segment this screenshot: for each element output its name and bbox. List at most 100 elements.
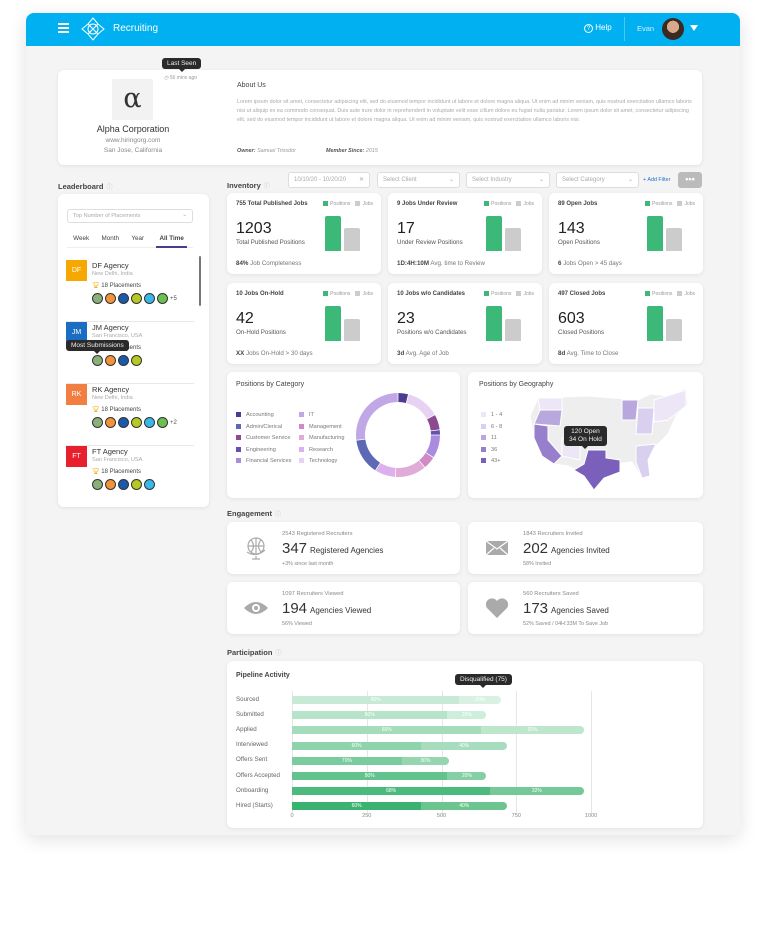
donut-slice-financial-services[interactable] <box>426 435 440 458</box>
bar-segment-disqualified[interactable]: 40% <box>421 741 508 750</box>
legend-item-financial-services[interactable]: Financial Services <box>236 458 291 464</box>
positions-bar[interactable] <box>325 216 341 251</box>
badge-feather-icon[interactable] <box>105 479 116 490</box>
bar-segment-disqualified[interactable]: 20% <box>447 711 487 720</box>
legend-item-research[interactable]: Research <box>299 446 333 453</box>
bar-segment-disqualified[interactable]: 40% <box>421 802 508 811</box>
category-select[interactable]: Select Category ⌄ <box>556 172 639 188</box>
donut-slice-manufacturing[interactable] <box>395 460 425 477</box>
badge-piggy-bank-icon[interactable] <box>131 417 142 428</box>
add-filter-link[interactable]: + Add Filter <box>643 177 670 183</box>
tab-all-time[interactable]: All Time <box>156 235 187 248</box>
legend-item-customer-service[interactable]: Customer Service <box>236 435 290 441</box>
positions-bar[interactable] <box>647 306 663 341</box>
leaderboard-item[interactable]: FT FT Agency San Francisco, USA 🏆︎ 18 Place… <box>66 446 194 508</box>
app-title[interactable]: Recruiting <box>113 23 158 34</box>
placements-select[interactable]: Top Number of Placements ⌄ <box>67 209 193 223</box>
legend-item-management[interactable]: Management <box>299 423 342 430</box>
info-icon[interactable]: ⓘ <box>275 512 281 518</box>
industry-select[interactable]: Select Industry ⌄ <box>466 172 550 188</box>
bar-segment-disqualified[interactable]: 30% <box>401 756 449 765</box>
badge-target-icon[interactable] <box>92 479 103 490</box>
badge-rocket-icon[interactable] <box>118 355 129 366</box>
badge-feather-icon[interactable] <box>105 355 116 366</box>
badge-piggy-bank-icon[interactable] <box>131 293 142 304</box>
more-options-button[interactable]: ••• <box>678 172 702 188</box>
badge-piggy-bank-icon[interactable] <box>131 355 142 366</box>
badge-piggy-bank-icon[interactable] <box>131 479 142 490</box>
user-menu-chevron-icon[interactable] <box>690 25 698 35</box>
bar-segment-qualified[interactable]: 68% <box>292 787 491 796</box>
inventory-card[interactable]: 755 Total Published Jobs Positions Jobs 120… <box>227 193 381 274</box>
jobs-bar[interactable] <box>666 318 682 341</box>
date-range-filter[interactable]: 10/10/20 - 10/20/20 ✕ <box>288 172 370 188</box>
user-avatar[interactable] <box>662 18 684 40</box>
bar-segment-disqualified[interactable]: 35% <box>481 726 584 735</box>
engagement-card[interactable]: 2543 Registered Recruiters 347 Registered … <box>227 522 460 574</box>
legend-item-technology[interactable]: Technology <box>299 458 337 464</box>
jobs-bar[interactable] <box>505 227 521 251</box>
bar-segment-qualified[interactable]: 80% <box>292 711 448 720</box>
positions-bar[interactable] <box>486 306 502 341</box>
badge-target-icon[interactable] <box>92 355 103 366</box>
badge-trophy-icon[interactable] <box>144 417 155 428</box>
badge-feather-icon[interactable] <box>105 293 116 304</box>
leaderboard-item[interactable]: DF DF Agency New Delhi, India 🏆︎ 18 Placeme… <box>66 260 194 322</box>
donut-slice-research[interactable] <box>375 463 396 477</box>
donut-slice-it[interactable] <box>356 393 398 440</box>
legend-item-accounting[interactable]: Accounting <box>236 412 274 418</box>
jobs-bar[interactable] <box>666 227 682 251</box>
positions-bar[interactable] <box>325 306 341 341</box>
info-icon[interactable]: ⓘ <box>106 185 112 191</box>
bar-segment-disqualified[interactable]: 20% <box>447 772 487 780</box>
badge-trophy-icon[interactable] <box>144 479 155 490</box>
legend-item-admin-clerical[interactable]: Admin/Clerical <box>236 423 282 430</box>
bar-segment-qualified[interactable]: 80% <box>292 696 460 704</box>
engagement-card[interactable]: 1097 Recruiters Viewed 194 Agencies Viewed… <box>227 582 460 634</box>
tab-week[interactable]: Week <box>73 235 89 247</box>
info-icon[interactable]: ⓘ <box>264 184 270 190</box>
donut-slice-technology[interactable] <box>406 394 435 419</box>
badge-target-icon[interactable] <box>92 293 103 304</box>
inventory-card[interactable]: 9 Jobs Under Review Positions Jobs 17 Under … <box>388 193 542 274</box>
scrollbar[interactable] <box>199 256 201 306</box>
legend-item-manufacturing[interactable]: Manufacturing <box>299 435 344 441</box>
badge-rocket-icon[interactable] <box>118 417 129 428</box>
bar-segment-qualified[interactable]: 65% <box>292 726 482 735</box>
bar-segment-qualified[interactable]: 80% <box>292 772 448 780</box>
positions-bar[interactable] <box>647 216 663 251</box>
donut-slice-accounting[interactable] <box>398 393 409 403</box>
jobs-bar[interactable] <box>505 318 521 341</box>
us-map[interactable] <box>528 386 693 492</box>
leaderboard-item[interactable]: JMJM AgencySan Francisco, USA🏆︎ 18 Place… <box>66 322 194 384</box>
donut-slice-engineering[interactable] <box>430 430 440 435</box>
inventory-card[interactable]: 10 Jobs On-Hold Positions Jobs 42 On-Hold Po… <box>227 283 381 364</box>
info-icon[interactable]: ⓘ <box>275 651 281 657</box>
badge-rocket-icon[interactable] <box>118 479 129 490</box>
bar-segment-qualified[interactable]: 70% <box>292 756 402 765</box>
jobs-bar[interactable] <box>344 318 360 341</box>
agency-name[interactable]: DF Agency <box>92 261 129 270</box>
bar-segment-disqualified[interactable]: 20% <box>459 696 502 704</box>
agency-name[interactable]: RK Agency <box>92 385 129 394</box>
engagement-card[interactable]: 560 Recruiters Saved 173 Agencies Saved 52%… <box>468 582 703 634</box>
bar-segment-qualified[interactable]: 60% <box>292 741 422 750</box>
legend-item-it[interactable]: IT <box>299 412 314 418</box>
client-select[interactable]: Select Client ⌄ <box>377 172 460 188</box>
inventory-card[interactable]: 89 Open Jobs Positions Jobs 143 Open Positio… <box>549 193 703 274</box>
badge-target-icon[interactable] <box>92 417 103 428</box>
agency-name[interactable]: FT Agency <box>92 447 128 456</box>
engagement-card[interactable]: 1843 Recruiters Invited 202 Agencies Invit… <box>468 522 703 574</box>
tab-year[interactable]: Year <box>131 235 144 247</box>
badge-feather-icon[interactable] <box>105 417 116 428</box>
tab-month[interactable]: Month <box>102 235 120 247</box>
more-badges[interactable]: +5 <box>170 296 177 302</box>
company-website[interactable]: www.hiringorg.com <box>58 137 208 144</box>
badge-building-icon[interactable] <box>157 293 168 304</box>
donut-slice-admin-clerical[interactable] <box>356 439 381 471</box>
inventory-card[interactable]: 10 Jobs w/o Candidates Positions Jobs 23 Pos… <box>388 283 542 364</box>
legend-item-engineering[interactable]: Engineering <box>236 446 276 453</box>
bar-segment-disqualified[interactable]: 32% <box>490 787 584 796</box>
help-button[interactable]: ? Help <box>584 23 612 33</box>
user-name[interactable]: Evan <box>637 24 654 33</box>
